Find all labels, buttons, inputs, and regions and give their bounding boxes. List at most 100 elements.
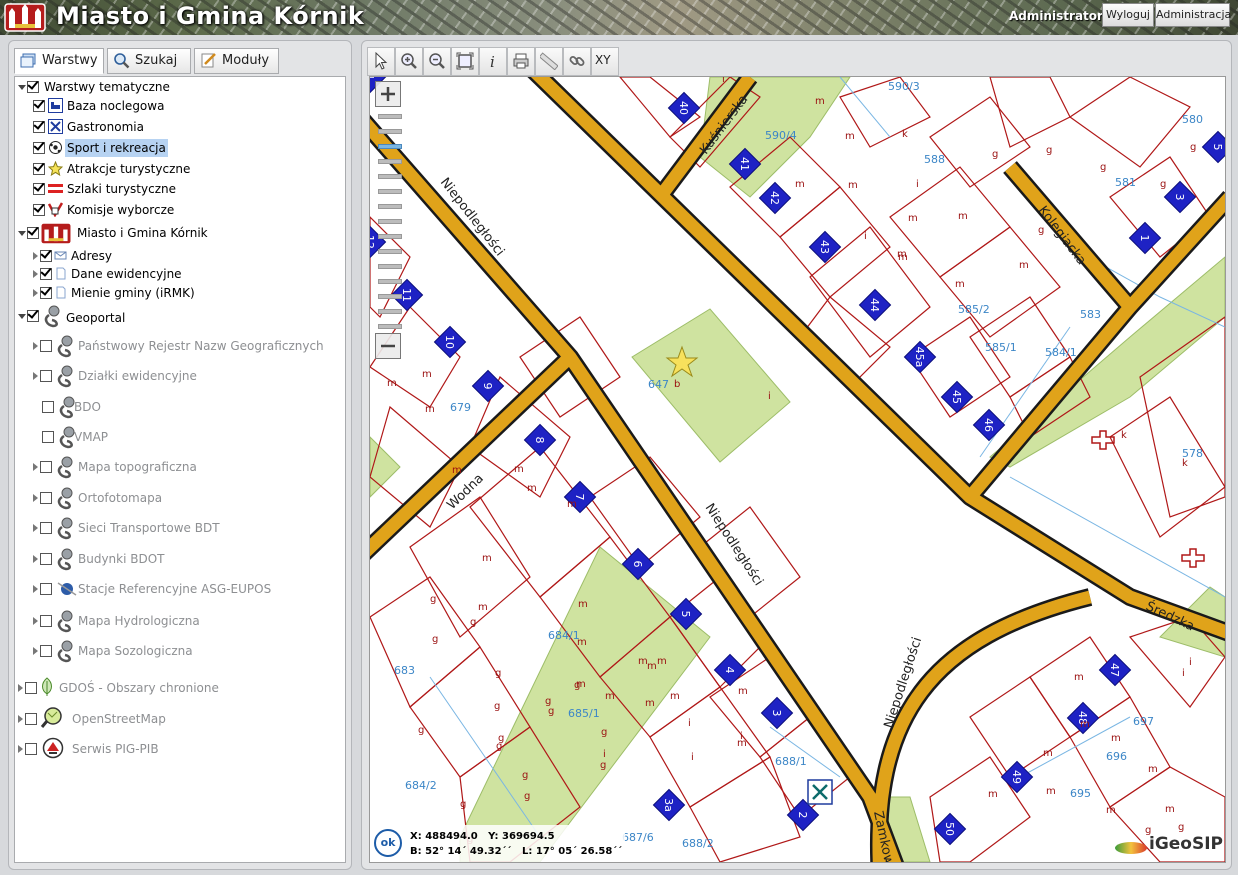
layer-checkbox[interactable] bbox=[40, 340, 52, 352]
layer-checkbox[interactable] bbox=[42, 401, 54, 413]
building-number-marker[interactable]: 8 bbox=[523, 423, 557, 457]
zoom-level-tick[interactable] bbox=[378, 309, 402, 314]
layer-checkbox[interactable] bbox=[40, 370, 52, 382]
zoom-out-tool-button[interactable] bbox=[423, 47, 451, 76]
zoom-level-tick[interactable] bbox=[378, 234, 402, 239]
building-number-marker[interactable]: 3a bbox=[652, 788, 686, 822]
building-number-marker[interactable]: 5 bbox=[1201, 130, 1225, 164]
select-tool-button[interactable] bbox=[367, 47, 395, 76]
building-number-marker[interactable]: 9 bbox=[471, 369, 505, 403]
parcel-outline[interactable] bbox=[1109, 396, 1225, 538]
layer-checkbox[interactable] bbox=[27, 81, 39, 93]
layer-checkbox[interactable] bbox=[33, 204, 45, 216]
xy-tool-button[interactable]: XY bbox=[591, 47, 619, 76]
layer-checkbox[interactable] bbox=[27, 227, 39, 239]
info-tool-button[interactable]: i bbox=[479, 47, 507, 76]
layer-checkbox[interactable] bbox=[25, 743, 37, 755]
layer-checkbox[interactable] bbox=[40, 583, 52, 595]
layer-checkbox[interactable] bbox=[27, 310, 39, 322]
expand-arrow-icon[interactable] bbox=[33, 372, 38, 380]
link-tool-button[interactable] bbox=[563, 47, 591, 76]
layer-checkbox[interactable] bbox=[33, 183, 45, 195]
zoom-level-tick[interactable] bbox=[378, 114, 402, 119]
zoom-in-map-button[interactable] bbox=[375, 81, 401, 107]
layer-checkbox[interactable] bbox=[40, 461, 52, 473]
building-number-marker[interactable]: 10 bbox=[433, 325, 467, 359]
ok-button[interactable]: ok bbox=[374, 829, 402, 857]
expand-arrow-icon[interactable] bbox=[33, 524, 38, 532]
zoom-level-tick[interactable] bbox=[378, 294, 402, 299]
building-number-marker[interactable]: 46 bbox=[972, 408, 1006, 442]
zoom-level-tick[interactable] bbox=[378, 144, 402, 149]
expand-arrow-icon[interactable] bbox=[33, 647, 38, 655]
zoom-in-tool-button[interactable] bbox=[395, 47, 423, 76]
layer-checkbox[interactable] bbox=[33, 142, 45, 154]
building-number-marker[interactable]: 42 bbox=[758, 181, 792, 215]
zoom-level-tick[interactable] bbox=[378, 189, 402, 194]
layer-checkbox[interactable] bbox=[40, 287, 52, 299]
building-number-marker[interactable]: 45a bbox=[903, 340, 937, 374]
zoom-extent-tool-button[interactable] bbox=[451, 47, 479, 76]
expand-arrow-icon[interactable] bbox=[33, 342, 38, 350]
collapse-arrow-icon[interactable] bbox=[18, 231, 26, 236]
expand-arrow-icon[interactable] bbox=[18, 745, 23, 753]
expand-arrow-icon[interactable] bbox=[33, 252, 38, 260]
building-number-marker[interactable]: 49 bbox=[1000, 760, 1034, 794]
zoom-level-tick[interactable] bbox=[378, 279, 402, 284]
logout-button[interactable]: Wyloguj bbox=[1102, 3, 1154, 27]
collapse-arrow-icon[interactable] bbox=[18, 85, 26, 90]
expand-arrow-icon[interactable] bbox=[33, 494, 38, 502]
zoom-level-tick[interactable] bbox=[378, 249, 402, 254]
building-number-marker[interactable]: 40 bbox=[667, 91, 701, 125]
zoom-level-tick[interactable] bbox=[378, 129, 402, 134]
expand-arrow-icon[interactable] bbox=[33, 555, 38, 563]
zoom-out-map-button[interactable] bbox=[375, 333, 401, 359]
expand-arrow-icon[interactable] bbox=[33, 617, 38, 625]
measure-tool-button[interactable] bbox=[535, 47, 563, 76]
map-canvas[interactable]: Niepodległości Niepodległości Niepodległ… bbox=[369, 76, 1226, 863]
building-number-marker[interactable]: 3 bbox=[760, 696, 794, 730]
expand-arrow-icon[interactable] bbox=[33, 270, 38, 278]
parcel-outline[interactable] bbox=[1068, 77, 1191, 168]
building-number-marker[interactable]: 4 bbox=[713, 653, 747, 687]
building-number-marker[interactable]: 3 bbox=[1163, 180, 1197, 214]
collapse-arrow-icon[interactable] bbox=[18, 314, 26, 319]
layer-checkbox[interactable] bbox=[42, 431, 54, 443]
layer-checkbox[interactable] bbox=[25, 713, 37, 725]
layer-checkbox[interactable] bbox=[40, 553, 52, 565]
building-number-marker[interactable]: 1 bbox=[1128, 221, 1162, 255]
layer-checkbox[interactable] bbox=[40, 645, 52, 657]
building-number-marker[interactable]: 45 bbox=[940, 380, 974, 414]
layer-checkbox[interactable] bbox=[40, 268, 52, 280]
parcel-outline[interactable] bbox=[370, 576, 481, 708]
building-number-marker[interactable]: 44 bbox=[858, 288, 892, 322]
zoom-level-tick[interactable] bbox=[378, 264, 402, 269]
zoom-level-tick[interactable] bbox=[378, 219, 402, 224]
cadastral-map[interactable]: Niepodległości Niepodległości Niepodległ… bbox=[370, 77, 1225, 862]
parcel-outline[interactable] bbox=[409, 496, 531, 638]
zoom-level-tick[interactable] bbox=[378, 204, 402, 209]
expand-arrow-icon[interactable] bbox=[33, 463, 38, 471]
layer-checkbox[interactable] bbox=[40, 492, 52, 504]
layer-checkbox[interactable] bbox=[40, 615, 52, 627]
tab-warstwy[interactable]: Warstwy bbox=[14, 48, 104, 74]
gastronomy-marker[interactable] bbox=[807, 779, 833, 805]
layer-checkbox[interactable] bbox=[33, 121, 45, 133]
expand-arrow-icon[interactable] bbox=[18, 715, 23, 723]
layer-checkbox[interactable] bbox=[33, 100, 45, 112]
layer-checkbox[interactable] bbox=[40, 522, 52, 534]
zoom-level-tick[interactable] bbox=[378, 174, 402, 179]
admin-button[interactable]: Administracja bbox=[1155, 3, 1231, 27]
building-number-marker[interactable]: 50 bbox=[933, 812, 967, 846]
parcel-outline[interactable] bbox=[969, 676, 1071, 778]
layer-checkbox[interactable] bbox=[33, 163, 45, 175]
print-tool-button[interactable] bbox=[507, 47, 535, 76]
tab-szukaj[interactable]: Szukaj bbox=[107, 48, 191, 74]
layer-checkbox[interactable] bbox=[40, 250, 52, 262]
building-number-marker[interactable]: 43 bbox=[808, 230, 842, 264]
zoom-level-tick[interactable] bbox=[378, 324, 402, 329]
zoom-level-tick[interactable] bbox=[378, 159, 402, 164]
expand-arrow-icon[interactable] bbox=[33, 585, 38, 593]
tab-moduly[interactable]: Moduły bbox=[194, 48, 279, 74]
layer-checkbox[interactable] bbox=[25, 682, 37, 694]
